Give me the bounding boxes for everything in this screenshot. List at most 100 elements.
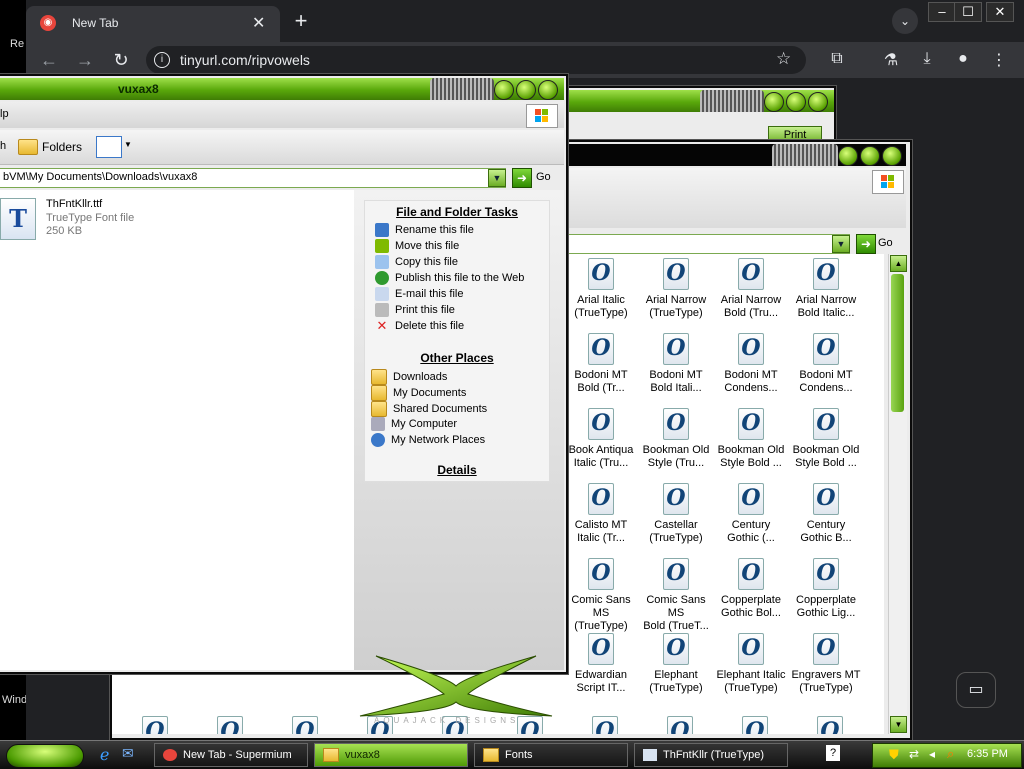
- folders-button[interactable]: Folders: [16, 136, 92, 158]
- font-item[interactable]: O Book Antiqua Italic (Tru...: [566, 408, 636, 470]
- font-item[interactable]: O Century Gothic B...: [791, 483, 861, 545]
- chat-icon[interactable]: ▭: [956, 672, 996, 708]
- font-item[interactable]: O Comic Sans MS (TrueType): [566, 558, 636, 633]
- font-item[interactable]: O Century Gothic (...: [716, 483, 786, 545]
- task-delete[interactable]: ✕ Delete this file: [375, 319, 524, 335]
- close-window-button[interactable]: ✕: [986, 2, 1014, 22]
- font-item[interactable]: O Arial Narrow Bold (Tru...: [716, 258, 786, 320]
- minimize-orb-icon[interactable]: [838, 146, 858, 166]
- toolbar-search-fragment[interactable]: h: [0, 140, 6, 152]
- volume-icon[interactable]: ◂: [929, 747, 935, 761]
- minimize-orb-icon[interactable]: [494, 80, 514, 100]
- address-dropdown-icon[interactable]: ▼: [488, 169, 506, 187]
- minimize-button[interactable]: –: [928, 2, 956, 22]
- other-places-heading[interactable]: Other Places: [365, 351, 549, 365]
- forward-button[interactable]: →: [74, 50, 96, 71]
- font-item[interactable]: O Arial Narrow (TrueType): [641, 258, 711, 320]
- close-orb-icon[interactable]: [882, 146, 902, 166]
- scroll-thumb[interactable]: [891, 274, 904, 412]
- labs-flask-icon[interactable]: ⚗: [880, 50, 902, 70]
- bookmark-star-icon[interactable]: ☆: [776, 49, 791, 69]
- task-copy[interactable]: Copy this file: [375, 255, 524, 271]
- views-icon[interactable]: [96, 136, 122, 158]
- scroll-down-icon[interactable]: ▼: [890, 716, 907, 733]
- taskbar-button-font-viewer[interactable]: ThFntKllr (TrueType): [634, 743, 788, 767]
- tab-close-icon[interactable]: ✕: [252, 13, 265, 33]
- font-item[interactable]: O Copperplate Gothic Bol...: [716, 558, 786, 620]
- outlook-express-icon[interactable]: ✉: [122, 745, 134, 762]
- start-button[interactable]: [6, 744, 84, 768]
- go-arrow-icon[interactable]: ➜: [512, 168, 532, 188]
- font-item[interactable]: O: [195, 716, 265, 734]
- scroll-up-icon[interactable]: ▲: [890, 255, 907, 272]
- menu-kebab-icon[interactable]: ⋮: [988, 50, 1010, 70]
- go-label[interactable]: Go: [878, 237, 893, 249]
- font-item[interactable]: O Engravers MT (TrueType): [791, 633, 861, 695]
- clock[interactable]: 6:35 PM: [967, 748, 1008, 760]
- font-item[interactable]: O: [570, 716, 640, 734]
- task-email[interactable]: E-mail this file: [375, 287, 524, 303]
- maximize-orb-icon[interactable]: [786, 92, 806, 112]
- font-item[interactable]: O Bodoni MT Condens...: [716, 333, 786, 395]
- browser-tab[interactable]: ◉ New Tab ✕: [26, 6, 280, 42]
- font-item[interactable]: O Bodoni MT Bold Itali...: [641, 333, 711, 395]
- reload-button[interactable]: ↻: [110, 50, 132, 71]
- font-item[interactable]: O Bookman Old Style (Tru...: [641, 408, 711, 470]
- font-item[interactable]: O: [795, 716, 865, 734]
- taskbar-button-vuxax8[interactable]: vuxax8: [314, 743, 468, 767]
- security-shield-icon[interactable]: ⛊: [889, 747, 899, 763]
- address-bar[interactable]: i tinyurl.com/ripvowels ☆: [146, 46, 806, 74]
- font-item[interactable]: O Bookman Old Style Bold ...: [716, 408, 786, 470]
- site-info-icon[interactable]: i: [154, 52, 170, 68]
- maximize-orb-icon[interactable]: [860, 146, 880, 166]
- font-item[interactable]: O Comic Sans MS Bold (TrueT...: [641, 558, 711, 633]
- address-dropdown-icon[interactable]: ▼: [832, 235, 850, 253]
- internet-explorer-icon[interactable]: ℯ: [100, 745, 109, 765]
- extensions-icon[interactable]: ⧉: [826, 50, 848, 68]
- task-print[interactable]: Print this file: [375, 303, 524, 319]
- details-heading[interactable]: Details: [365, 463, 549, 477]
- font-item[interactable]: O Arial Narrow Bold Italic...: [791, 258, 861, 320]
- place-downloads[interactable]: Downloads: [371, 369, 487, 385]
- task-move[interactable]: Move this file: [375, 239, 524, 255]
- tab-search-button[interactable]: ⌄: [892, 8, 918, 34]
- font-item[interactable]: O Bodoni MT Condens...: [791, 333, 861, 395]
- close-orb-icon[interactable]: [808, 92, 828, 112]
- font-item[interactable]: O Bodoni MT Bold (Tr...: [566, 333, 636, 395]
- place-shared-documents[interactable]: Shared Documents: [371, 401, 487, 417]
- font-item[interactable]: O Elephant (TrueType): [641, 633, 711, 695]
- place-network[interactable]: My Network Places: [371, 433, 487, 449]
- font-item[interactable]: O Edwardian Script IT...: [566, 633, 636, 695]
- go-arrow-icon[interactable]: ➜: [856, 234, 876, 254]
- file-item[interactable]: T ThFntKllr.ttf TrueType Font file 250 K…: [0, 198, 180, 242]
- font-item[interactable]: O Elephant Italic (TrueType): [716, 633, 786, 695]
- place-my-documents[interactable]: My Documents: [371, 385, 487, 401]
- task-rename[interactable]: Rename this file: [375, 223, 524, 239]
- address-field[interactable]: bVM\My Documents\Downloads\vuxax8: [0, 168, 506, 188]
- maximize-orb-icon[interactable]: [516, 80, 536, 100]
- font-item[interactable]: O: [720, 716, 790, 734]
- font-item[interactable]: O: [120, 716, 190, 734]
- go-label[interactable]: Go: [536, 171, 551, 183]
- download-icon[interactable]: ⤓: [916, 50, 938, 68]
- taskbar-button-browser[interactable]: New Tab - Supermium: [154, 743, 308, 767]
- vertical-scrollbar[interactable]: ▲ ▼: [888, 254, 907, 734]
- menu-help[interactable]: lp: [0, 108, 9, 120]
- task-publish[interactable]: Publish this file to the Web: [375, 271, 524, 287]
- font-item[interactable]: O: [645, 716, 715, 734]
- back-button[interactable]: ←: [38, 50, 60, 71]
- file-folder-tasks-heading[interactable]: File and Folder Tasks: [365, 205, 549, 219]
- place-my-computer[interactable]: My Computer: [371, 417, 487, 433]
- minimize-orb-icon[interactable]: [764, 92, 784, 112]
- font-item[interactable]: O Copperplate Gothic Lig...: [791, 558, 861, 620]
- font-item[interactable]: O Bookman Old Style Bold ...: [791, 408, 861, 470]
- font-item[interactable]: O Castellar (TrueType): [641, 483, 711, 545]
- profile-icon[interactable]: ●: [952, 50, 974, 68]
- new-tab-button[interactable]: +: [288, 8, 314, 34]
- font-item[interactable]: O Arial Italic (TrueType): [566, 258, 636, 320]
- taskbar-button-fonts[interactable]: Fonts: [474, 743, 628, 767]
- search-icon[interactable]: ⌕: [947, 746, 954, 762]
- views-dropdown-icon[interactable]: ▼: [124, 140, 132, 149]
- network-icon[interactable]: ⇄: [909, 747, 919, 761]
- help-icon[interactable]: ?: [826, 745, 840, 761]
